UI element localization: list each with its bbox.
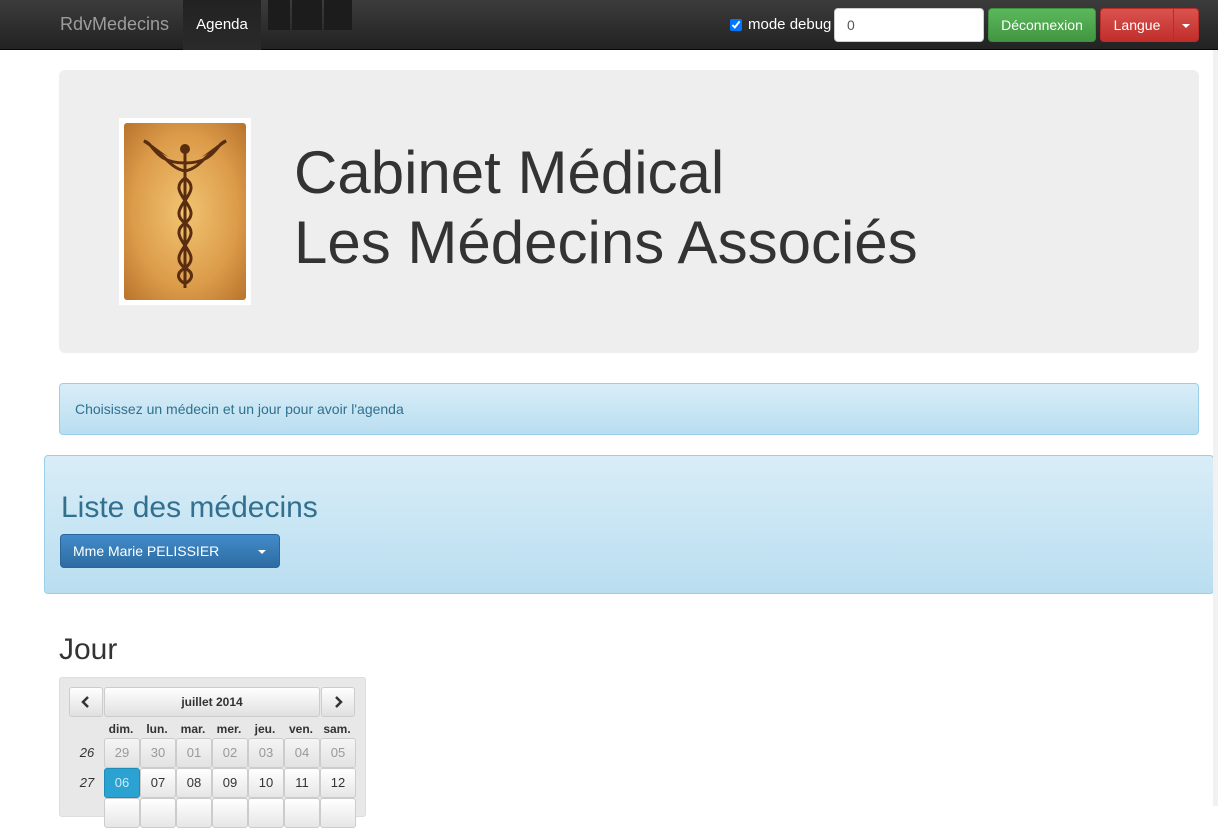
debug-label: mode debug bbox=[748, 16, 832, 33]
chevron-left-icon bbox=[81, 696, 89, 708]
debug-checkbox[interactable] bbox=[730, 18, 742, 31]
calendar-day[interactable]: 09 bbox=[212, 768, 248, 798]
page-scrollbar[interactable] bbox=[1213, 50, 1218, 806]
calendar-day-selected[interactable]: 06 bbox=[104, 768, 140, 798]
nav-placeholder bbox=[324, 0, 352, 30]
calendar-day[interactable]: 05 bbox=[320, 738, 356, 768]
day-heading: Jour bbox=[59, 633, 118, 666]
caret-down-icon bbox=[1182, 24, 1190, 29]
weekday-header: mer. bbox=[216, 722, 242, 736]
language-dropdown-toggle[interactable] bbox=[1173, 8, 1199, 42]
calendar-day[interactable] bbox=[176, 798, 212, 828]
calendar-day[interactable]: 07 bbox=[140, 768, 176, 798]
calendar-day[interactable]: 04 bbox=[284, 738, 320, 768]
nav-placeholder bbox=[268, 0, 290, 30]
doctors-panel: Liste des médecins bbox=[44, 455, 1214, 594]
weekday-header: sam. bbox=[323, 722, 351, 736]
weekday-header: mar. bbox=[180, 722, 206, 736]
calendar-day[interactable]: 11 bbox=[284, 768, 320, 798]
month-title-button[interactable]: juillet 2014 bbox=[104, 687, 320, 717]
week-number: 26 bbox=[79, 745, 95, 760]
weekday-header: jeu. bbox=[254, 722, 276, 736]
brand-link[interactable]: RdvMedecins bbox=[60, 14, 169, 35]
calendar-day[interactable] bbox=[284, 798, 320, 828]
top-navbar: RdvMedecins Agenda mode debug Déconnexio… bbox=[0, 0, 1218, 50]
datepicker-calendar: juillet 2014 dim. lun. mar. mer. jeu. ve… bbox=[59, 677, 366, 828]
next-month-button[interactable] bbox=[321, 687, 355, 717]
clinic-logo bbox=[119, 118, 251, 305]
prev-month-button[interactable] bbox=[69, 687, 103, 717]
doctor-select-label: Mme Marie PELISSIER bbox=[73, 543, 220, 559]
weekday-header: ven. bbox=[288, 722, 313, 736]
calendar-day[interactable] bbox=[140, 798, 176, 828]
calendar-day[interactable]: 01 bbox=[176, 738, 212, 768]
nav-item-agenda[interactable]: Agenda bbox=[183, 0, 261, 50]
logout-button[interactable]: Déconnexion bbox=[988, 8, 1096, 42]
doctor-select-dropdown[interactable]: Mme Marie PELISSIER bbox=[60, 534, 280, 568]
doctors-heading: Liste des médecins bbox=[61, 491, 318, 524]
calendar-day[interactable] bbox=[320, 798, 356, 828]
clinic-title: Cabinet Médical Les Médecins Associés bbox=[294, 138, 918, 278]
title-line-1: Cabinet Médical bbox=[294, 139, 725, 206]
calendar-day[interactable] bbox=[212, 798, 248, 828]
calendar-day[interactable]: 29 bbox=[104, 738, 140, 768]
weekday-header: dim. bbox=[108, 722, 134, 736]
week-number: 27 bbox=[79, 775, 95, 790]
nav-placeholder bbox=[292, 0, 322, 30]
calendar-day[interactable] bbox=[104, 798, 140, 828]
debug-toggle[interactable]: mode debug bbox=[730, 16, 831, 33]
calendar-day[interactable]: 30 bbox=[140, 738, 176, 768]
calendar-day[interactable] bbox=[248, 798, 284, 828]
weekday-header: lun. bbox=[146, 722, 168, 736]
calendar-day[interactable]: 02 bbox=[212, 738, 248, 768]
language-button[interactable]: Langue bbox=[1100, 8, 1174, 42]
info-alert: Choisissez un médecin et un jour pour av… bbox=[59, 383, 1199, 435]
calendar-day[interactable]: 08 bbox=[176, 768, 212, 798]
chevron-right-icon bbox=[335, 696, 343, 708]
caduceus-icon bbox=[124, 123, 246, 300]
caret-down-icon bbox=[258, 550, 266, 554]
number-input[interactable] bbox=[834, 8, 984, 42]
calendar-day[interactable]: 10 bbox=[248, 768, 284, 798]
calendar-day[interactable]: 03 bbox=[248, 738, 284, 768]
calendar-day[interactable]: 12 bbox=[320, 768, 356, 798]
title-line-2: Les Médecins Associés bbox=[294, 209, 918, 276]
